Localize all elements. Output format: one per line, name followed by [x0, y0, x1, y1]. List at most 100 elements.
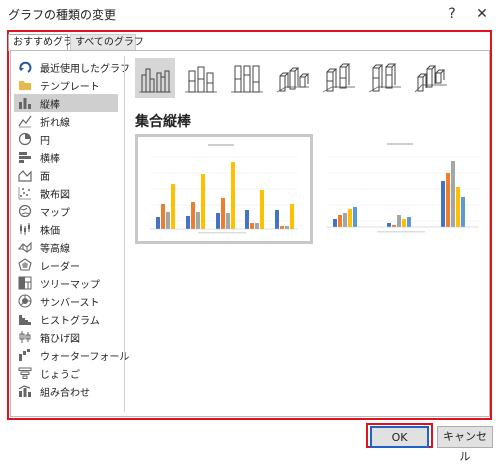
sidebar-item-label: マップ [40, 207, 70, 219]
sidebar-item-surface[interactable]: 等高線 [14, 238, 118, 256]
stock-chart-icon [18, 222, 32, 236]
sunburst-chart-icon [18, 294, 32, 308]
preview-1-chart [150, 144, 298, 234]
scatter-chart-icon [18, 186, 32, 200]
sidebar-item-label: ウォーターフォール [40, 351, 130, 363]
column-chart-icon [18, 96, 32, 110]
chart-preview-2[interactable] [315, 135, 485, 237]
sidebar-item-stock[interactable]: 株価 [14, 220, 118, 238]
preview-1-bar [196, 212, 200, 229]
pie-chart-icon [18, 132, 32, 146]
sidebar-item-bar[interactable]: 横棒 [14, 148, 118, 166]
funnel-chart-icon [18, 366, 32, 380]
sidebar-item-label: レーダー [40, 261, 80, 273]
stacked-column-icon[interactable] [181, 58, 221, 98]
preview-1-bar [221, 198, 225, 229]
sidebar-item-boxplot[interactable]: 箱ひげ図 [14, 328, 118, 346]
tab-recommended[interactable]: おすすめグラフ [8, 34, 83, 51]
sidebar-item-label: サンバースト [40, 297, 100, 309]
preview-1-legend-placeholder [198, 232, 246, 234]
sidebar-item-column[interactable]: 縦棒 [14, 94, 118, 112]
3d-100-stacked-column-icon[interactable] [365, 58, 405, 98]
preview-2-bar [387, 223, 391, 227]
sidebar-item-label: 横棒 [40, 153, 60, 165]
sidebar-item-label: 円 [40, 135, 50, 147]
preview-1-title-placeholder [208, 144, 234, 146]
sidebar-item-label: 組み合わせ [40, 387, 90, 399]
preview-1-bar [275, 210, 279, 229]
sidebar-item-label: 等高線 [40, 243, 70, 255]
sidebar-item-label: 折れ線 [40, 117, 70, 129]
chart-preview-1[interactable] [135, 134, 313, 244]
sidebar-item-histogram[interactable]: ヒストグラム [14, 310, 118, 328]
preview-1-bar [285, 226, 289, 229]
sidebar-item-combo[interactable]: 組み合わせ [14, 382, 118, 400]
preview-1-bar [166, 212, 170, 229]
ok-button[interactable]: OK [370, 426, 429, 448]
preview-2-title-placeholder [387, 143, 413, 145]
map-chart-icon [18, 204, 32, 218]
boxplot-chart-icon [18, 330, 32, 344]
bar-chart-icon [18, 150, 32, 164]
preview-1-bar [260, 190, 264, 229]
preview-2-chart [327, 143, 479, 233]
sidebar-item-label: 面 [40, 171, 50, 183]
preview-2-bar [451, 161, 455, 227]
3d-clustered-column-icon[interactable] [273, 58, 313, 98]
preview-2-bar [353, 207, 357, 227]
preview-1-bar [216, 213, 220, 229]
preview-2-legend-placeholder [377, 231, 425, 233]
preview-2-bar [456, 187, 460, 227]
recent-icon [18, 60, 32, 74]
title-bar: グラフの種類の変更 ? ✕ [0, 0, 500, 28]
help-button[interactable]: ? [440, 3, 464, 25]
combo-chart-icon [18, 384, 32, 398]
sidebar-item-treemap[interactable]: ツリーマップ [14, 274, 118, 292]
sidebar-item-templates[interactable]: テンプレート [14, 76, 118, 94]
radar-chart-icon [18, 258, 32, 272]
sidebar-item-waterfall[interactable]: ウォーターフォール [14, 346, 129, 364]
preview-2-bar [446, 173, 450, 227]
preview-1-bar [255, 223, 259, 229]
preview-1-bar [250, 223, 254, 229]
preview-1-bar [171, 184, 175, 229]
subtype-title: 集合縦棒 [135, 114, 191, 130]
preview-1-bar [156, 217, 160, 229]
sidebar-item-funnel[interactable]: じょうご [14, 364, 118, 382]
sidebar-item-scatter[interactable]: 散布図 [14, 184, 118, 202]
sidebar-item-label: テンプレート [40, 81, 100, 93]
sidebar-item-radar[interactable]: レーダー [14, 256, 118, 274]
preview-1-bar [186, 216, 190, 229]
sidebar-item-label: 最近使用したグラフ [40, 63, 130, 75]
3d-stacked-column-icon[interactable] [319, 58, 359, 98]
sidebar-item-map[interactable]: マップ [14, 202, 118, 220]
cancel-button[interactable]: キャンセル [437, 426, 493, 463]
preview-1-bar [231, 162, 235, 229]
sidebar-item-line[interactable]: 折れ線 [14, 112, 118, 130]
sidebar-item-label: 株価 [40, 225, 60, 237]
sidebar-item-label: ヒストグラム [40, 315, 100, 327]
tab-all-charts[interactable]: すべてのグラフ [70, 34, 144, 51]
preview-2-bar [343, 213, 347, 227]
clustered-column-icon[interactable] [135, 58, 175, 98]
sidebar-item-area[interactable]: 面 [14, 166, 118, 184]
histogram-chart-icon [18, 312, 32, 326]
line-chart-icon [18, 114, 32, 128]
preview-2-bar [402, 219, 406, 227]
folder-icon [18, 78, 32, 92]
3d-column-icon[interactable] [411, 58, 451, 98]
preview-1-bar [245, 210, 249, 229]
preview-2-bar [348, 209, 352, 227]
sidebar-item-pie[interactable]: 円 [14, 130, 118, 148]
waterfall-chart-icon [18, 348, 32, 362]
preview-2-bar [461, 197, 465, 227]
close-button[interactable]: ✕ [470, 3, 494, 25]
100-stacked-column-icon[interactable] [227, 58, 267, 98]
area-chart-icon [18, 168, 32, 182]
sidebar-item-label: ツリーマップ [40, 279, 100, 291]
preview-2-bar [397, 215, 401, 227]
sidebar-item-label: 散布図 [40, 189, 70, 201]
sidebar-item-sunburst[interactable]: サンバースト [14, 292, 118, 310]
dialog-title: グラフの種類の変更 [8, 8, 117, 22]
sidebar-item-recent[interactable]: 最近使用したグラフ [14, 58, 130, 76]
